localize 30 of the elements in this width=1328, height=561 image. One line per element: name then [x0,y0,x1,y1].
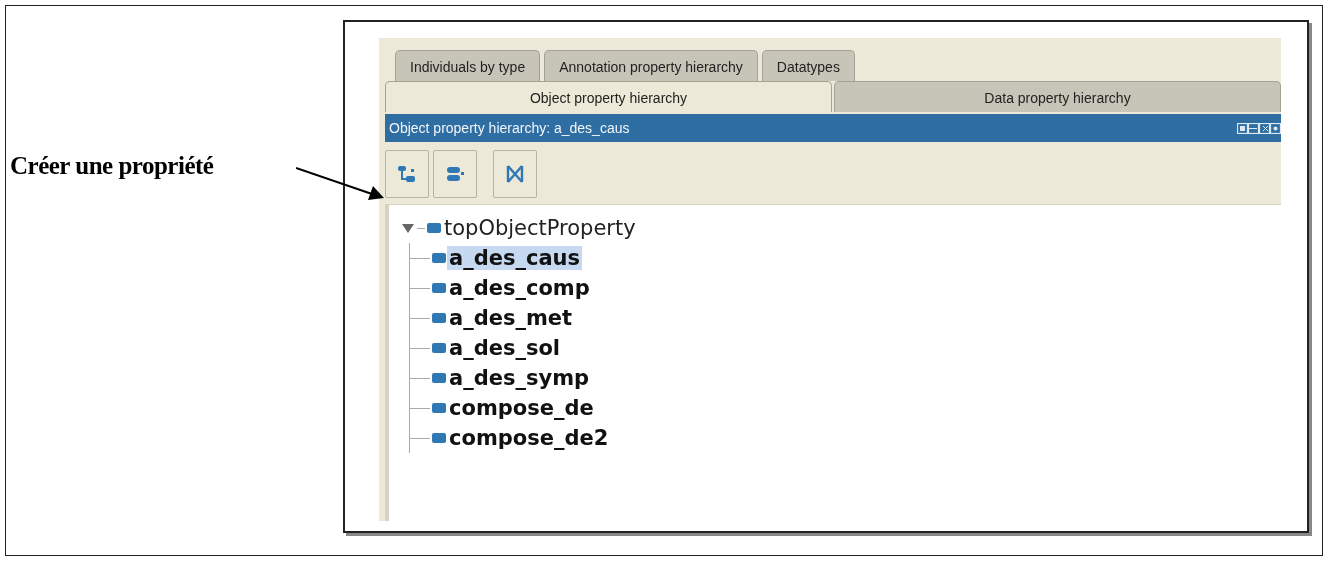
annotation-label: Créer une propriété [10,152,214,180]
property-icon [432,433,446,443]
tree-item[interactable]: a_des_symp [447,366,592,390]
view-controls-icon[interactable] [1237,122,1281,134]
expand-triangle-icon[interactable] [401,222,415,234]
tree-item[interactable]: a_des_comp [447,276,592,300]
property-icon [432,313,446,323]
tree-item[interactable]: a_des_met [447,306,575,330]
add-subproperty-button[interactable] [385,150,429,198]
tree-item[interactable]: a_des_caus [447,246,582,270]
tab[interactable]: Data property hierarchy [834,81,1281,112]
property-icon [432,403,446,413]
hierarchy-icon [396,163,418,185]
property-icon [427,223,441,233]
delete-icon [504,163,526,185]
property-icon [432,283,446,293]
tab[interactable]: Object property hierarchy [385,81,832,112]
tab[interactable]: Individuals by type [395,50,541,81]
property-icon [432,253,446,263]
tree-item[interactable]: compose_de [447,396,596,420]
view-title: Object property hierarchy: a_des_caus [389,120,630,136]
delete-button[interactable] [493,150,537,198]
tab[interactable]: Annotation property hierarchy [544,50,758,81]
tree-item[interactable]: a_des_sol [447,336,563,360]
add-sibling-button[interactable] [433,150,477,198]
tab[interactable]: Datatypes [761,50,855,81]
tree-item[interactable]: compose_de2 [447,426,611,450]
tree-item[interactable]: topObjectProperty [442,216,638,240]
property-icon [432,343,446,353]
property-icon [432,373,446,383]
